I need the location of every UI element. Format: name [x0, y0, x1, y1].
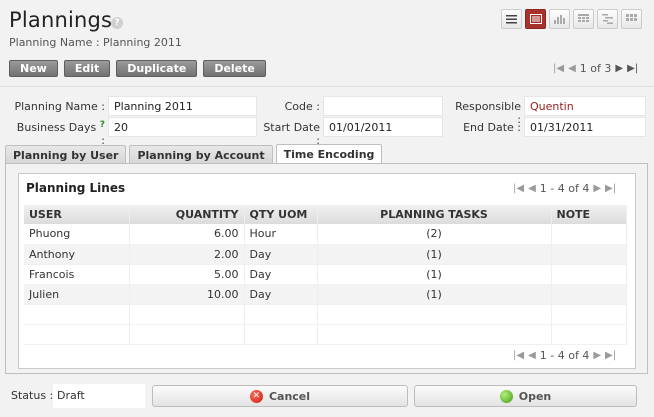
- col-quantity[interactable]: QUANTITY: [129, 205, 245, 224]
- cell-user: Julien: [24, 284, 130, 305]
- tab-time-encoding[interactable]: Time Encoding: [275, 144, 383, 164]
- edit-button[interactable]: Edit: [63, 60, 111, 77]
- cancel-button[interactable]: ✕ Cancel: [152, 385, 408, 407]
- table-row[interactable]: Phuong 6.00 Hour (2): [24, 224, 627, 245]
- tab-planning-by-user[interactable]: Planning by User: [5, 145, 127, 164]
- lines-first-icon[interactable]: |◀: [513, 350, 524, 361]
- prev-page-icon[interactable]: ◀: [568, 63, 576, 74]
- next-page-icon[interactable]: ▶: [615, 63, 623, 74]
- cell-tasks[interactable]: (1): [317, 244, 552, 265]
- code-field[interactable]: [323, 96, 443, 116]
- end-date-field[interactable]: 01/31/2011: [524, 117, 646, 137]
- cell-user: Francois: [24, 264, 130, 285]
- cancel-label: Cancel: [268, 389, 311, 403]
- calendar-view-icon[interactable]: [573, 9, 594, 29]
- cell-uom: Day: [244, 264, 318, 285]
- duplicate-button[interactable]: Duplicate: [116, 60, 198, 77]
- lines-next-icon[interactable]: ▶: [593, 183, 601, 194]
- table-row[interactable]: Francois 5.00 Day (1): [24, 264, 627, 285]
- view-switcher: [501, 9, 642, 29]
- toolbar-divider: [0, 86, 654, 87]
- code-label: Code :: [284, 100, 320, 113]
- empty-row: [24, 324, 627, 345]
- cell-quantity: 5.00: [129, 264, 245, 285]
- tab-planning-by-account[interactable]: Planning by Account: [129, 145, 273, 164]
- cell-tasks[interactable]: (2): [317, 224, 552, 245]
- planning-lines-box: Planning Lines |◀ ◀ 1 - 4 of 4 ▶ ▶| USER…: [18, 173, 636, 369]
- cell-quantity: 6.00: [129, 224, 245, 245]
- open-button[interactable]: Open: [414, 385, 637, 407]
- lines-last-icon[interactable]: ▶|: [605, 183, 616, 194]
- lines-pager: |◀ ◀ 1 - 4 of 4 ▶ ▶|: [513, 182, 616, 195]
- empty-row: [24, 304, 627, 325]
- pager-text: 1 of 3: [579, 62, 612, 75]
- lines-pager-text: 1 - 4 of 4: [539, 349, 590, 362]
- grid-view-icon[interactable]: [621, 9, 642, 29]
- gantt-view-icon[interactable]: [597, 9, 618, 29]
- col-qty-uom[interactable]: QTY UOM: [244, 205, 318, 224]
- delete-button[interactable]: Delete: [203, 60, 266, 77]
- open-icon: [499, 389, 513, 403]
- table-header-row: USER QUANTITY QTY UOM PLANNING TASKS NOT…: [24, 205, 627, 224]
- cell-tasks[interactable]: (1): [317, 284, 552, 305]
- open-label: Open: [518, 389, 552, 403]
- cancel-icon: ✕: [249, 389, 263, 403]
- last-page-icon[interactable]: ▶|: [627, 63, 638, 74]
- cell-tasks[interactable]: (1): [317, 264, 552, 285]
- list-view-icon[interactable]: [501, 9, 522, 29]
- lines-pager-text: 1 - 4 of 4: [539, 182, 590, 195]
- business-days-label-text: Business Days: [16, 121, 97, 134]
- lines-prev-icon[interactable]: ◀: [528, 350, 536, 361]
- new-button[interactable]: New: [9, 60, 58, 77]
- lines-first-icon[interactable]: |◀: [513, 183, 524, 194]
- help-icon[interactable]: ?: [111, 17, 123, 29]
- cell-quantity: 2.00: [129, 244, 245, 265]
- tab-panel: Planning Lines |◀ ◀ 1 - 4 of 4 ▶ ▶| USER…: [5, 163, 648, 374]
- cell-note: [551, 264, 627, 285]
- col-user[interactable]: USER: [24, 205, 130, 224]
- cell-uom: Day: [244, 284, 318, 305]
- graph-view-icon[interactable]: [549, 9, 570, 29]
- lines-next-icon[interactable]: ▶: [593, 350, 601, 361]
- planning-lines-table: USER QUANTITY QTY UOM PLANNING TASKS NOT…: [24, 205, 627, 345]
- table-row[interactable]: Anthony 2.00 Day (1): [24, 244, 627, 265]
- cell-user: Phuong: [24, 224, 130, 245]
- status-field: Draft: [53, 384, 145, 408]
- business-days-help-icon[interactable]: ?: [100, 120, 105, 130]
- form-view-icon[interactable]: [525, 9, 546, 29]
- cell-user: Anthony: [24, 244, 130, 265]
- planning-lines-title: Planning Lines: [26, 181, 126, 195]
- responsible-field[interactable]: Quentin: [524, 96, 646, 116]
- cell-quantity: 10.00: [129, 284, 245, 305]
- planning-name-label: Planning Name :: [14, 100, 105, 113]
- lines-last-icon[interactable]: ▶|: [605, 350, 616, 361]
- page-subtitle: Planning Name : Planning 2011: [9, 36, 182, 49]
- cell-uom: Day: [244, 244, 318, 265]
- action-toolbar: New Edit Duplicate Delete: [9, 60, 266, 77]
- cell-note: [551, 224, 627, 245]
- record-pager: |◀ ◀ 1 of 3 ▶ ▶|: [553, 62, 638, 75]
- lines-pager-bottom: |◀ ◀ 1 - 4 of 4 ▶ ▶|: [513, 349, 616, 362]
- planning-name-field[interactable]: Planning 2011: [108, 96, 257, 116]
- col-note[interactable]: NOTE: [551, 205, 627, 224]
- cell-uom: Hour: [244, 224, 318, 245]
- business-days-field[interactable]: 20: [108, 117, 257, 137]
- notebook-tabs: Planning by User Planning by Account Tim…: [5, 144, 383, 164]
- status-label: Status :: [11, 389, 54, 402]
- start-date-field[interactable]: 01/01/2011: [323, 117, 443, 137]
- col-planning-tasks[interactable]: PLANNING TASKS: [317, 205, 552, 224]
- table-row[interactable]: Julien 10.00 Day (1): [24, 284, 627, 305]
- first-page-icon[interactable]: |◀: [553, 63, 564, 74]
- lines-prev-icon[interactable]: ◀: [528, 183, 536, 194]
- end-date-label: End Date :: [463, 121, 521, 134]
- business-days-label: Business Days ? :: [10, 120, 105, 147]
- cell-note: [551, 284, 627, 305]
- page-title: Plannings: [9, 8, 113, 32]
- cell-note: [551, 244, 627, 265]
